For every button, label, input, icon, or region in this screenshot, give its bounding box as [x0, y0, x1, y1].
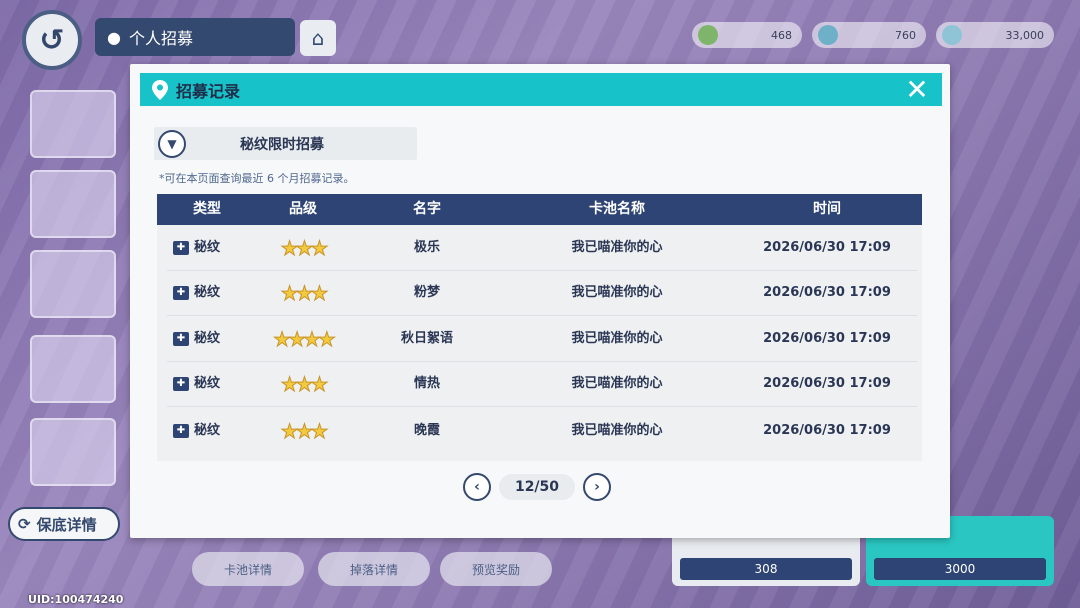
dialog-header: 招募记录 ✕: [140, 73, 942, 106]
table-row: ✚ 秘纹 ★★★★ 秋日絮语 我已喵准你的心 2026/06/30 17:09: [157, 316, 922, 362]
grade-stars: ★★★: [280, 372, 329, 397]
screen-title: ● 个人招募: [95, 18, 295, 56]
gem-icon: [818, 25, 838, 45]
item-name: 晚霞: [413, 423, 440, 438]
crystal-icon: [942, 25, 962, 45]
pool-name: 我已喵准你的心: [571, 285, 663, 300]
location-pin-icon: ●: [107, 27, 121, 47]
pity-detail-button[interactable]: ⟳ 保底详情: [8, 507, 120, 541]
record-time: 2026/06/30 17:09: [763, 240, 891, 255]
next-page-button[interactable]: ›: [583, 473, 611, 501]
prev-page-button[interactable]: ‹: [463, 473, 491, 501]
col-name: 名字: [413, 201, 441, 217]
type-cell: ✚ 秘纹: [173, 270, 243, 316]
drop-detail-button[interactable]: 掉落详情: [318, 552, 430, 586]
type-cell: ✚ 秘纹: [173, 225, 243, 271]
dialog-title: 招募记录: [176, 81, 241, 101]
banner-thumb-1[interactable]: [30, 90, 116, 158]
record-time: 2026/06/30 17:09: [763, 331, 891, 346]
table-row: ✚ 秘纹 ★★★ 极乐 我已喵准你的心 2026/06/30 17:09: [157, 225, 922, 271]
pool-name: 我已喵准你的心: [571, 240, 663, 255]
banner-thumb-2[interactable]: [30, 170, 116, 238]
back-button[interactable]: ↺: [22, 10, 82, 70]
item-name: 极乐: [413, 240, 440, 255]
card-type-icon: ✚: [173, 286, 189, 300]
type-cell: ✚ 秘纹: [173, 408, 243, 454]
col-time: 时间: [813, 201, 841, 217]
row-divider: [167, 406, 917, 407]
banner-thumb-4[interactable]: [30, 335, 116, 403]
col-grade: 品级: [289, 201, 317, 217]
draw-once-cost: 308: [680, 558, 852, 580]
banner-thumb-5[interactable]: [30, 418, 116, 486]
pool-name: 我已喵准你的心: [571, 331, 663, 346]
home-icon: ⌂: [311, 26, 325, 50]
pool-name: 我已喵准你的心: [571, 423, 663, 438]
grade-stars: ★★★: [280, 236, 329, 261]
col-type: 类型: [193, 201, 221, 217]
table-header: 类型 品级 名字 卡池名称 时间: [157, 194, 922, 225]
item-name: 秋日絮语: [400, 331, 453, 346]
grade-stars: ★★★★: [273, 327, 337, 352]
record-time: 2026/06/30 17:09: [763, 376, 891, 391]
pagination: ‹ 12/50 ›: [463, 472, 611, 502]
grade-stars: ★★★: [280, 281, 329, 306]
record-table: ✚ 秘纹 ★★★ 极乐 我已喵准你的心 2026/06/30 17:09 ✚ 秘纹 …: [157, 225, 922, 461]
home-button[interactable]: ⌂: [300, 20, 336, 56]
currency-3[interactable]: 33,000: [936, 22, 1054, 48]
table-row: ✚ 秘纹 ★★★ 情热 我已喵准你的心 2026/06/30 17:09: [157, 361, 922, 407]
currency-2[interactable]: 760: [812, 22, 926, 48]
table-row: ✚ 秘纹 ★★★ 晚霞 我已喵准你的心 2026/06/30 17:09: [157, 408, 922, 454]
item-name: 粉梦: [413, 285, 440, 300]
close-icon: ✕: [905, 73, 929, 106]
record-time: 2026/06/30 17:09: [763, 285, 891, 300]
pool-detail-button[interactable]: 卡池详情: [192, 552, 304, 586]
page-indicator: 12/50: [499, 474, 575, 500]
pool-dropdown[interactable]: ▼ 秘纹限时招募: [154, 127, 417, 160]
currency-1[interactable]: 468: [692, 22, 802, 48]
card-type-icon: ✚: [173, 332, 189, 346]
grade-stars: ★★★: [280, 419, 329, 444]
draw-ten-cost: 3000: [874, 558, 1046, 580]
item-name: 情热: [413, 376, 440, 391]
preview-reward-button[interactable]: 预览奖励: [440, 552, 552, 586]
type-cell: ✚ 秘纹: [173, 361, 243, 407]
refresh-icon: ⟳: [18, 515, 31, 533]
record-time: 2026/06/30 17:09: [763, 423, 891, 438]
record-note: *可在本页面查询最近 6 个月招募记录。: [159, 172, 355, 185]
table-row: ✚ 秘纹 ★★★ 粉梦 我已喵准你的心 2026/06/30 17:09: [157, 270, 922, 316]
type-cell: ✚ 秘纹: [173, 316, 243, 362]
card-type-icon: ✚: [173, 241, 189, 255]
recruit-record-dialog: 招募记录 ✕ ▼ 秘纹限时招募 *可在本页面查询最近 6 个月招募记录。 类型 …: [130, 64, 950, 538]
chevron-down-icon: ▼: [158, 129, 186, 158]
coin-icon: [698, 25, 718, 45]
banner-thumb-3[interactable]: [30, 250, 116, 318]
chevron-right-icon: ›: [594, 479, 600, 495]
close-button[interactable]: ✕: [902, 75, 932, 105]
pool-dropdown-value: 秘纹限时招募: [240, 136, 324, 153]
card-type-icon: ✚: [173, 377, 189, 391]
user-id: UID:100474240: [28, 593, 124, 606]
card-type-icon: ✚: [173, 424, 189, 438]
chevron-left-icon: ‹: [474, 479, 480, 495]
col-pool: 卡池名称: [589, 201, 645, 217]
pool-name: 我已喵准你的心: [571, 376, 663, 391]
location-pin-icon: [152, 79, 168, 100]
back-arrow-icon: ↺: [39, 22, 65, 58]
